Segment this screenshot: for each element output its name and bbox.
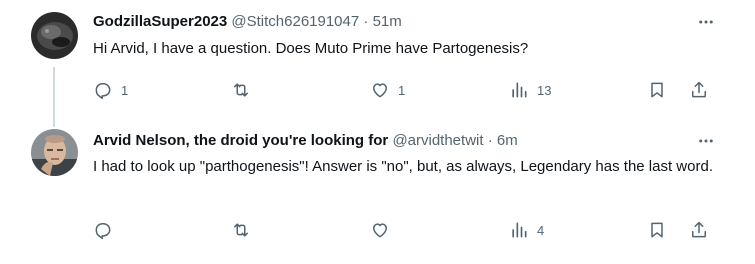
tweet[interactable]: GodzillaSuper2023 @Stitch626191047 · 51m…	[0, 0, 755, 120]
timestamp[interactable]: 6m	[497, 132, 518, 149]
bookmark-icon	[647, 80, 667, 100]
user-handle[interactable]: @Stitch626191047	[231, 13, 359, 30]
view-count: 13	[537, 82, 552, 98]
user-handle[interactable]: @arvidthetwit	[392, 132, 483, 149]
separator-dot: ·	[363, 13, 369, 30]
tweet-header: Arvid Nelson, the droid you're looking f…	[93, 132, 518, 150]
more-options-icon[interactable]	[697, 13, 715, 31]
like-count: 1	[398, 82, 406, 98]
reply-count: 1	[121, 82, 129, 98]
share-icon	[689, 220, 709, 240]
like-button[interactable]	[370, 219, 398, 241]
bookmark-icon	[647, 220, 667, 240]
views-chart-icon	[509, 80, 529, 100]
avatar[interactable]	[31, 129, 78, 176]
views-button[interactable]: 13	[509, 79, 551, 101]
reply-icon	[93, 80, 113, 100]
avatar[interactable]	[31, 12, 78, 59]
tweet-text: I had to look up "parthogenesis"! Answer…	[93, 158, 713, 175]
views-button[interactable]: 4	[509, 219, 544, 241]
retweet-icon	[231, 80, 251, 100]
more-options-icon[interactable]	[697, 132, 715, 150]
tweet[interactable]: Arvid Nelson, the droid you're looking f…	[0, 120, 755, 264]
retweet-button[interactable]	[231, 79, 259, 101]
retweet-button[interactable]	[231, 219, 259, 241]
share-button[interactable]	[689, 79, 709, 101]
tweet-header: GodzillaSuper2023 @Stitch626191047 · 51m	[93, 13, 402, 31]
views-chart-icon	[509, 220, 529, 240]
heart-icon	[370, 80, 390, 100]
timestamp[interactable]: 51m	[373, 13, 402, 30]
tweet-actions: 1 1 13	[93, 79, 715, 103]
reply-icon	[93, 220, 113, 240]
view-count: 4	[537, 222, 545, 238]
bookmark-button[interactable]	[647, 79, 667, 101]
display-name[interactable]: GodzillaSuper2023	[93, 13, 227, 30]
display-name[interactable]: Arvid Nelson, the droid you're looking f…	[93, 132, 388, 149]
tweet-text: Hi Arvid, I have a question. Does Muto P…	[93, 40, 529, 57]
heart-icon	[370, 220, 390, 240]
reply-button[interactable]: 1	[93, 79, 128, 101]
reply-button[interactable]	[93, 219, 121, 241]
like-button[interactable]: 1	[370, 79, 405, 101]
separator-dot: ·	[487, 132, 493, 149]
share-button[interactable]	[689, 219, 709, 241]
tweet-actions: 4	[93, 219, 715, 243]
share-icon	[689, 80, 709, 100]
bookmark-button[interactable]	[647, 219, 667, 241]
retweet-icon	[231, 220, 251, 240]
